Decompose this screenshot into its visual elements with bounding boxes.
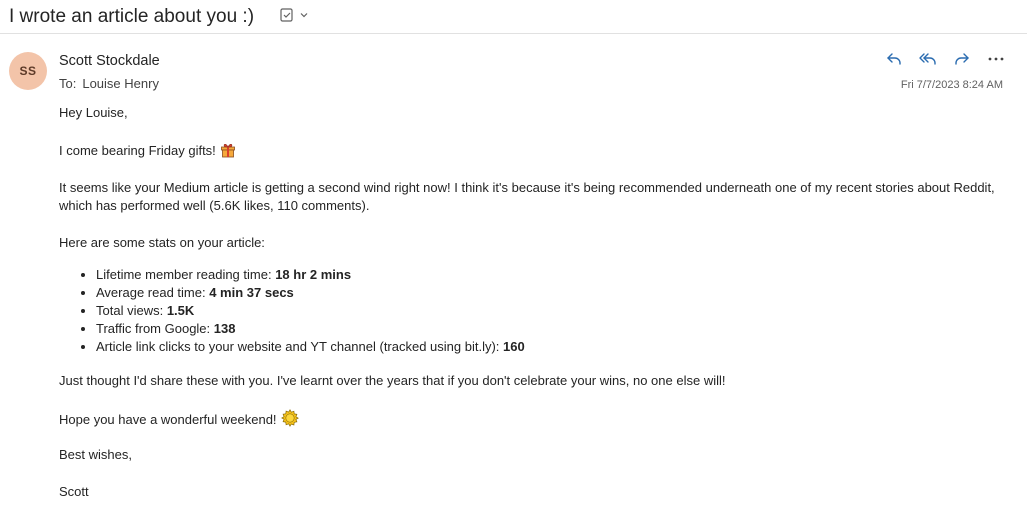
stat-value: 138	[213, 321, 236, 336]
body-line-gifts: I come bearing Friday gifts!	[59, 142, 1004, 163]
body-paragraph-medium: It seems like your Medium article is get…	[59, 180, 995, 213]
recipients: To: Louise Henry	[59, 76, 159, 91]
list-item: Average read time: 4 min 37 secs	[96, 284, 525, 302]
forward-button[interactable]	[950, 48, 974, 70]
gifts-text: I come bearing Friday gifts!	[59, 143, 216, 158]
subject-bar: I wrote an article about you :)	[0, 0, 1027, 34]
signature: Scott	[59, 484, 89, 499]
gift-icon	[220, 142, 236, 163]
timestamp: Fri 7/7/2023 8:24 AM	[900, 79, 1003, 91]
more-icon	[988, 57, 1004, 61]
stats-intro: Here are some stats on your article:	[59, 235, 265, 250]
forward-icon	[955, 53, 969, 65]
stat-value: 18 hr 2 mins	[275, 267, 352, 282]
more-actions-button[interactable]	[984, 48, 1008, 70]
reply-all-button[interactable]	[916, 48, 940, 70]
body-line-weekend: Hope you have a wonderful weekend!	[59, 409, 1004, 432]
message-actions	[882, 48, 1008, 70]
summary-button[interactable]	[279, 7, 309, 23]
list-item: Total views: 1.5K	[96, 302, 525, 320]
stat-value: 160	[503, 339, 525, 354]
stat-value: 1.5K	[166, 303, 195, 318]
signoff: Best wishes,	[59, 447, 132, 462]
recipient-name[interactable]: Louise Henry	[82, 76, 159, 91]
body-paragraph-celebrate: Just thought I'd share these with you. I…	[59, 373, 726, 388]
message-summary-icon	[280, 8, 293, 22]
sun-icon	[280, 409, 299, 432]
reply-all-icon	[919, 53, 936, 65]
chevron-down-icon	[300, 13, 308, 18]
reply-icon	[887, 53, 901, 65]
reply-button[interactable]	[882, 48, 906, 70]
to-label: To:	[59, 76, 77, 91]
list-item: Traffic from Google: 138	[96, 320, 525, 338]
weekend-text: Hope you have a wonderful weekend!	[59, 412, 277, 427]
list-item: Article link clicks to your website and …	[96, 338, 525, 356]
sender-name[interactable]: Scott Stockdale	[59, 53, 160, 69]
list-item: Lifetime member reading time: 18 hr 2 mi…	[96, 266, 525, 284]
greeting: Hey Louise,	[59, 105, 128, 120]
stat-value: 4 min 37 secs	[209, 285, 294, 300]
stats-list: Lifetime member reading time: 18 hr 2 mi…	[59, 266, 525, 356]
avatar[interactable]: SS	[9, 52, 47, 90]
email-subject: I wrote an article about you :)	[9, 6, 255, 27]
